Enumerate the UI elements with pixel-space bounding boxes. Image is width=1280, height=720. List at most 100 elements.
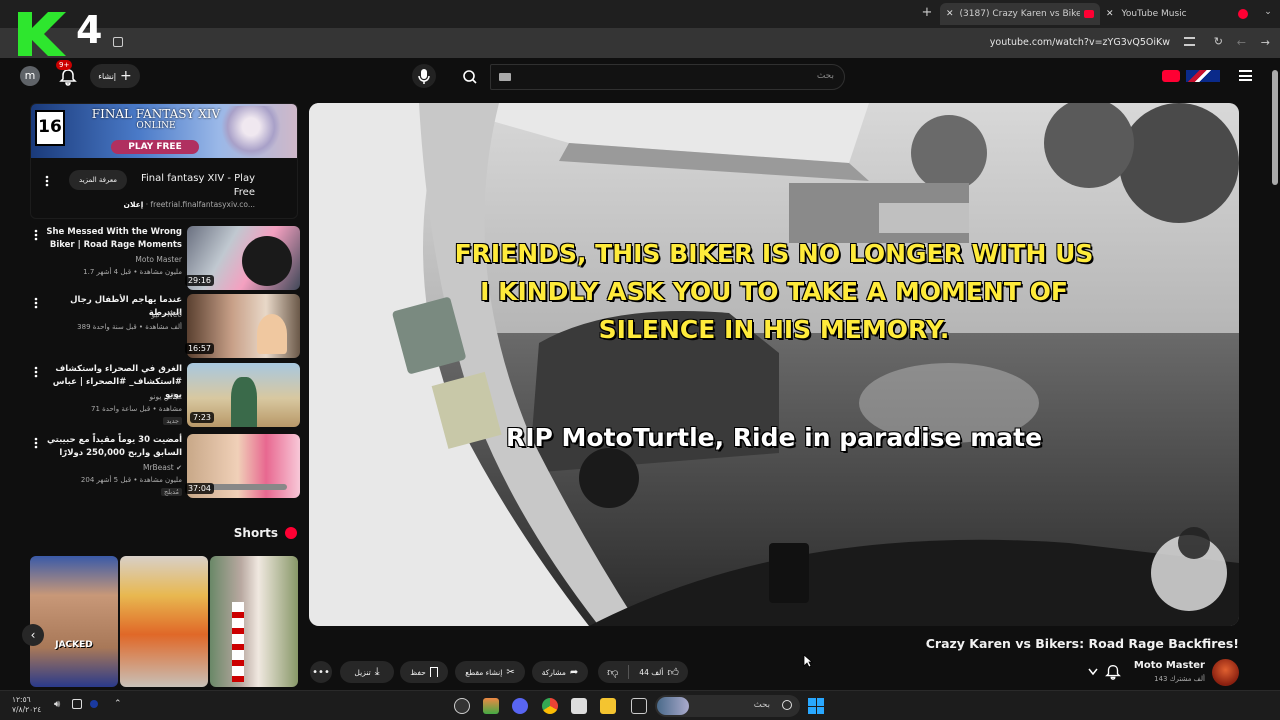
tab-video[interactable]: ✕ (3187) Crazy Karen vs Bikers: R bbox=[940, 3, 1100, 25]
search-input[interactable]: بحث bbox=[490, 64, 845, 90]
clock-time: ١٢:٥٦ bbox=[12, 695, 31, 704]
youtube-logo[interactable] bbox=[1162, 68, 1222, 84]
tab-title: YouTube Music bbox=[1121, 9, 1187, 19]
system-clock[interactable]: ١٢:٥٦ ٧/٨/٢٠٢٤ bbox=[12, 695, 41, 715]
duration-badge: 16:57 bbox=[184, 343, 214, 354]
channel-name-text: MrBeast bbox=[142, 463, 174, 472]
keyboard-icon[interactable] bbox=[499, 73, 511, 81]
banner-subtitle-text: ONLINE bbox=[136, 121, 176, 131]
copy-icon[interactable] bbox=[113, 37, 123, 47]
app-icon[interactable] bbox=[454, 698, 470, 714]
play-free-button[interactable]: PLAY FREE bbox=[111, 140, 199, 154]
discord-icon[interactable] bbox=[512, 698, 528, 714]
learn-more-button[interactable]: معرفة المزيد bbox=[69, 170, 127, 190]
shorts-heading: Shorts bbox=[233, 526, 278, 540]
dubbed-badge: مُدبلج bbox=[160, 488, 182, 496]
taskbar-search[interactable]: بحث bbox=[655, 695, 800, 717]
new-tab-button[interactable]: + bbox=[920, 6, 934, 20]
more-horizontal-icon: ••• bbox=[312, 666, 330, 678]
notifications-bell-icon[interactable] bbox=[58, 67, 78, 87]
channel-name[interactable]: Moto Master bbox=[135, 255, 182, 264]
dislike-icon[interactable]: 👎︎ bbox=[607, 666, 618, 679]
ad-banner-image[interactable]: 16 FINAL FANTASY XIV ONLINE PLAY FREE bbox=[31, 104, 297, 158]
chevron-left-icon[interactable]: ‹ bbox=[22, 624, 44, 646]
list-item[interactable]: 37:04 أمضيت 30 يوماً مقيداً مع حبيبتي ال… bbox=[30, 434, 300, 498]
short-item[interactable] bbox=[210, 556, 298, 687]
channel-name[interactable]: عباس يونو bbox=[150, 392, 183, 401]
like-icon[interactable]: 👍︎ bbox=[667, 666, 679, 679]
new-badge: جديد bbox=[163, 417, 182, 425]
create-button[interactable]: إنشاء + bbox=[90, 64, 140, 88]
number-list-art bbox=[232, 602, 244, 682]
ad-label: إعلان bbox=[123, 200, 144, 209]
channel-name[interactable]: نيو - Neo bbox=[151, 310, 182, 319]
more-options-icon[interactable] bbox=[32, 436, 40, 450]
chevron-up-icon[interactable]: ⌃ bbox=[114, 699, 122, 709]
store-icon[interactable] bbox=[571, 698, 587, 714]
more-options-icon[interactable] bbox=[43, 174, 51, 188]
forward-icon[interactable]: ← bbox=[1237, 36, 1246, 49]
video-meta: 204 مليون مشاهدة • قبل 5 أشهر bbox=[80, 476, 182, 484]
ad-card[interactable]: 16 FINAL FANTASY XIV ONLINE PLAY FREE Fi… bbox=[30, 103, 298, 219]
tray-icon[interactable] bbox=[90, 700, 98, 708]
ad-title[interactable]: Final fantasy XIV - Play Free bbox=[125, 172, 255, 200]
channel-name[interactable]: Moto Master bbox=[1134, 660, 1205, 671]
windows-taskbar: ١٢:٥٦ ٧/٨/٢٠٢٤ 🔊︎ ⌃ بحث bbox=[0, 690, 1280, 720]
share-button[interactable]: مشاركة ➦ bbox=[532, 661, 588, 683]
video-title[interactable]: أمضيت 30 يوماً مقيداً مع حبيبتي السابق و… bbox=[42, 434, 182, 460]
url-text[interactable]: youtube.com/watch?v=zYG3vQ5OiKw bbox=[990, 37, 1170, 48]
close-icon[interactable]: ✕ bbox=[1106, 9, 1114, 19]
plus-icon: + bbox=[120, 68, 132, 84]
scrollbar-thumb[interactable] bbox=[1272, 70, 1278, 185]
search-button[interactable] bbox=[455, 64, 485, 90]
age-rating-badge: 16 bbox=[35, 110, 65, 146]
youtube-favicon-icon bbox=[1084, 10, 1094, 18]
windows-start-icon[interactable] bbox=[808, 698, 824, 714]
more-options-icon[interactable] bbox=[32, 228, 40, 242]
chain-art bbox=[207, 484, 287, 490]
page-settings-icon[interactable] bbox=[1184, 37, 1195, 46]
chevron-down-icon[interactable] bbox=[1086, 666, 1100, 678]
channel-name[interactable]: MrBeast ✔ bbox=[143, 463, 182, 472]
reload-icon[interactable]: ↻ bbox=[1214, 35, 1223, 48]
more-options-icon[interactable] bbox=[32, 365, 40, 379]
subscribe-bell-icon[interactable] bbox=[1104, 663, 1122, 681]
list-item[interactable]: 7:23 الغرق في الصحراء واستكشاف #استكشاف_… bbox=[30, 363, 300, 427]
duration-badge: 37:04 bbox=[184, 483, 214, 494]
tab-youtube-music[interactable]: ✕ YouTube Music bbox=[1100, 3, 1250, 25]
like-count[interactable]: 44 ألف bbox=[639, 668, 663, 677]
more-actions-button[interactable]: ••• bbox=[310, 661, 332, 683]
clip-button[interactable]: إنشاء مقطع ✂ bbox=[455, 661, 525, 683]
subscriber-count: 143 ألف مشترك bbox=[1154, 675, 1205, 683]
chevron-down-icon[interactable]: ⌄ bbox=[1262, 7, 1274, 19]
search-placeholder: بحث bbox=[816, 71, 834, 81]
chrome-icon[interactable] bbox=[542, 698, 558, 714]
channel-avatar[interactable] bbox=[1212, 659, 1239, 686]
back-icon[interactable]: → bbox=[1261, 36, 1270, 49]
save-label: حفظ bbox=[410, 667, 426, 677]
bookmark-icon bbox=[429, 667, 438, 677]
page-scrollbar[interactable] bbox=[1270, 58, 1280, 690]
task-view-icon[interactable] bbox=[631, 698, 647, 714]
short-item[interactable] bbox=[120, 556, 208, 687]
flag-icon bbox=[1186, 70, 1220, 82]
file-explorer-icon[interactable] bbox=[600, 698, 616, 714]
more-options-icon[interactable] bbox=[32, 296, 40, 310]
video-subtitle-rip: RIP MotoTurtle, Ride in paradise mate bbox=[505, 423, 1043, 452]
short-item[interactable]: JACKED bbox=[30, 556, 118, 687]
save-button[interactable]: حفظ bbox=[400, 661, 448, 683]
menu-icon[interactable] bbox=[1239, 70, 1252, 81]
download-button[interactable]: تنزيل ⤓ bbox=[340, 661, 394, 683]
ad-url-text: freetrial.finalfantasyxiv.co... bbox=[150, 200, 255, 209]
avatar[interactable]: m bbox=[20, 66, 40, 86]
list-item[interactable]: 29:16 She Messed With the Wrong Biker | … bbox=[30, 226, 300, 290]
video-player[interactable]: FRIENDS, THIS BIKER IS NO LONGER WITH US… bbox=[309, 103, 1239, 626]
network-icon[interactable] bbox=[72, 699, 82, 709]
game-app-icon[interactable] bbox=[483, 698, 499, 714]
video-title[interactable]: She Messed With the Wrong Biker | Road R… bbox=[42, 226, 182, 252]
close-icon[interactable]: ✕ bbox=[946, 9, 954, 19]
voice-search-button[interactable] bbox=[412, 64, 436, 88]
volume-icon[interactable]: 🔊︎ bbox=[54, 699, 60, 710]
list-item[interactable]: 16:57 عندما يهاجم الأطفال رجال الشرطة ني… bbox=[30, 294, 300, 358]
address-bar[interactable]: → ← ↻ youtube.com/watch?v=zYG3vQ5OiKw bbox=[0, 28, 1280, 58]
